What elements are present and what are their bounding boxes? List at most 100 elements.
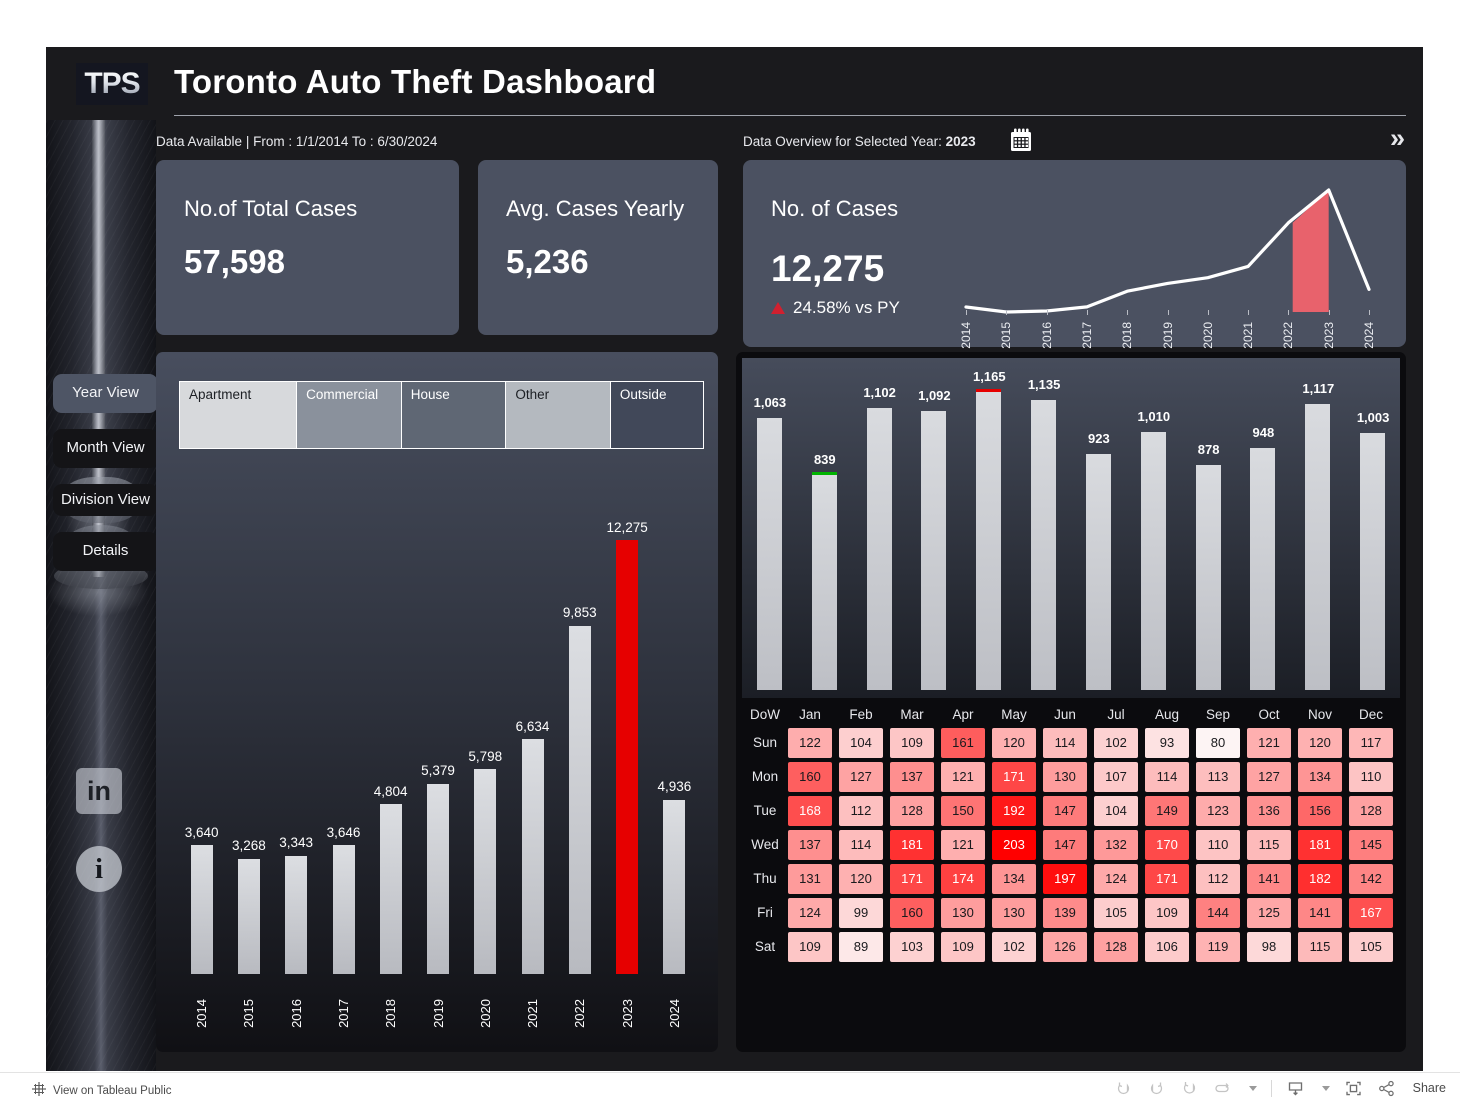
month-bar-group[interactable]: 1,010 (1128, 352, 1179, 690)
heatmap-cell[interactable]: 114 (1145, 761, 1189, 792)
month-bar-group[interactable]: 923 (1073, 352, 1124, 690)
heatmap-cell[interactable]: 102 (1094, 727, 1138, 758)
heatmap-cell[interactable]: 104 (839, 727, 883, 758)
heatmap-cell[interactable]: 161 (941, 727, 985, 758)
year-bar-group[interactable]: 3,640 2014 (180, 502, 224, 1032)
heatmap-cell[interactable]: 125 (1247, 897, 1291, 928)
treemap-cell[interactable]: House (401, 382, 507, 448)
heatmap-cell[interactable]: 102 (992, 931, 1036, 962)
heatmap-cell[interactable]: 147 (1043, 829, 1087, 860)
heatmap-cell[interactable]: 124 (788, 897, 832, 928)
heatmap-cell[interactable]: 121 (1247, 727, 1291, 758)
sidebar-item-month-view[interactable]: Month View (53, 428, 158, 468)
year-bar-group[interactable]: 9,853 2022 (558, 502, 602, 1032)
year-bar[interactable] (237, 858, 260, 974)
month-bar[interactable] (1031, 399, 1057, 690)
month-bar-group[interactable]: 1,063 (744, 352, 795, 690)
heatmap-cell[interactable]: 119 (1196, 931, 1240, 962)
heatmap-cell[interactable]: 127 (839, 761, 883, 792)
heatmap-cell[interactable]: 128 (890, 795, 934, 826)
heatmap-cell[interactable]: 168 (788, 795, 832, 826)
heatmap-cell[interactable]: 98 (1247, 931, 1291, 962)
heatmap-cell[interactable]: 136 (1247, 795, 1291, 826)
heatmap-cell[interactable]: 182 (1298, 863, 1342, 894)
heatmap-cell[interactable]: 134 (992, 863, 1036, 894)
heatmap-cell[interactable]: 114 (1043, 727, 1087, 758)
heatmap-cell[interactable]: 122 (788, 727, 832, 758)
year-bar-group[interactable]: 3,343 2016 (274, 502, 318, 1032)
treemap-cell[interactable]: Other (506, 382, 611, 448)
month-bar-group[interactable]: 1,092 (908, 352, 959, 690)
heatmap-cell[interactable]: 121 (941, 761, 985, 792)
heatmap-cell[interactable]: 181 (1298, 829, 1342, 860)
heatmap-cell[interactable]: 141 (1247, 863, 1291, 894)
heatmap-cell[interactable]: 112 (1196, 863, 1240, 894)
heatmap-cell[interactable]: 117 (1349, 727, 1393, 758)
fullscreen-icon[interactable] (1344, 1079, 1363, 1098)
month-bar[interactable] (756, 418, 782, 690)
dow-month-heatmap[interactable]: DoW Jan Feb Mar Apr May Jun Jul Aug Sep Oct Nov Dec S… (742, 704, 1400, 1044)
heatmap-cell[interactable]: 170 (1145, 829, 1189, 860)
year-bar[interactable] (616, 540, 639, 974)
heatmap-cell[interactable]: 93 (1145, 727, 1189, 758)
monthly-cases-bar-chart[interactable]: 1,063 839 1,102 1,092 1,165 1,135 923 1,… (742, 358, 1400, 698)
refresh-icon[interactable] (1213, 1079, 1232, 1098)
month-bar-group[interactable]: 878 (1183, 352, 1234, 690)
heatmap-cell[interactable]: 197 (1043, 863, 1087, 894)
heatmap-cell[interactable]: 131 (788, 863, 832, 894)
heatmap-cell[interactable]: 137 (890, 761, 934, 792)
month-bar-group[interactable]: 1,102 (854, 352, 905, 690)
heatmap-cell[interactable]: 115 (1298, 931, 1342, 962)
heatmap-cell[interactable]: 149 (1145, 795, 1189, 826)
heatmap-cell[interactable]: 109 (941, 931, 985, 962)
month-bar[interactable] (1195, 465, 1221, 690)
heatmap-cell[interactable]: 142 (1349, 863, 1393, 894)
heatmap-cell[interactable]: 120 (992, 727, 1036, 758)
heatmap-cell[interactable]: 141 (1298, 897, 1342, 928)
heatmap-cell[interactable]: 181 (890, 829, 934, 860)
year-bar[interactable] (379, 804, 402, 974)
month-bar-group[interactable]: 1,165 (963, 352, 1014, 690)
heatmap-cell[interactable]: 137 (788, 829, 832, 860)
info-icon[interactable]: i (76, 846, 122, 892)
heatmap-cell[interactable]: 174 (941, 863, 985, 894)
month-bar[interactable] (1250, 447, 1276, 690)
heatmap-cell[interactable]: 104 (1094, 795, 1138, 826)
month-bar[interactable] (921, 410, 947, 690)
month-bar-group[interactable]: 1,135 (1018, 352, 1069, 690)
heatmap-cell[interactable]: 124 (1094, 863, 1138, 894)
heatmap-cell[interactable]: 192 (992, 795, 1036, 826)
heatmap-cell[interactable]: 127 (1247, 761, 1291, 792)
year-bar-group[interactable]: 5,379 2019 (416, 502, 460, 1032)
year-bar[interactable] (663, 799, 686, 974)
heatmap-cell[interactable]: 147 (1043, 795, 1087, 826)
month-bar-group[interactable]: 839 (799, 352, 850, 690)
heatmap-cell[interactable]: 109 (1145, 897, 1189, 928)
year-bar-group[interactable]: 3,268 2015 (227, 502, 271, 1032)
year-bar[interactable] (427, 783, 449, 974)
yearly-cases-bar-chart[interactable]: 3,640 2014 3,268 2015 3,343 2016 3,646 2… (178, 502, 698, 1032)
month-bar[interactable] (976, 392, 1002, 690)
year-bar[interactable] (474, 769, 497, 974)
sidebar-item-division-view[interactable]: Division View (53, 483, 158, 517)
heatmap-cell[interactable]: 112 (839, 795, 883, 826)
year-bar[interactable] (521, 739, 544, 974)
sidebar-item-year-view[interactable]: Year View (53, 374, 158, 413)
month-bar[interactable] (1085, 453, 1111, 690)
heatmap-cell[interactable]: 145 (1349, 829, 1393, 860)
heatmap-cell[interactable]: 156 (1298, 795, 1342, 826)
heatmap-cell[interactable]: 130 (941, 897, 985, 928)
linkedin-icon[interactable]: in (76, 768, 122, 814)
heatmap-cell[interactable]: 128 (1349, 795, 1393, 826)
redo-icon[interactable] (1147, 1079, 1166, 1098)
year-bar[interactable] (285, 855, 308, 974)
revert-icon[interactable] (1180, 1079, 1199, 1098)
year-bar-group[interactable]: 12,275 2023 (605, 502, 649, 1032)
heatmap-cell[interactable]: 80 (1196, 727, 1240, 758)
sidebar-item-details[interactable]: Details (53, 532, 158, 571)
heatmap-cell[interactable]: 89 (839, 931, 883, 962)
year-bar[interactable] (332, 845, 355, 974)
heatmap-cell[interactable]: 171 (1145, 863, 1189, 894)
month-bar-group[interactable]: 1,117 (1292, 352, 1343, 690)
year-bar[interactable] (190, 845, 213, 974)
